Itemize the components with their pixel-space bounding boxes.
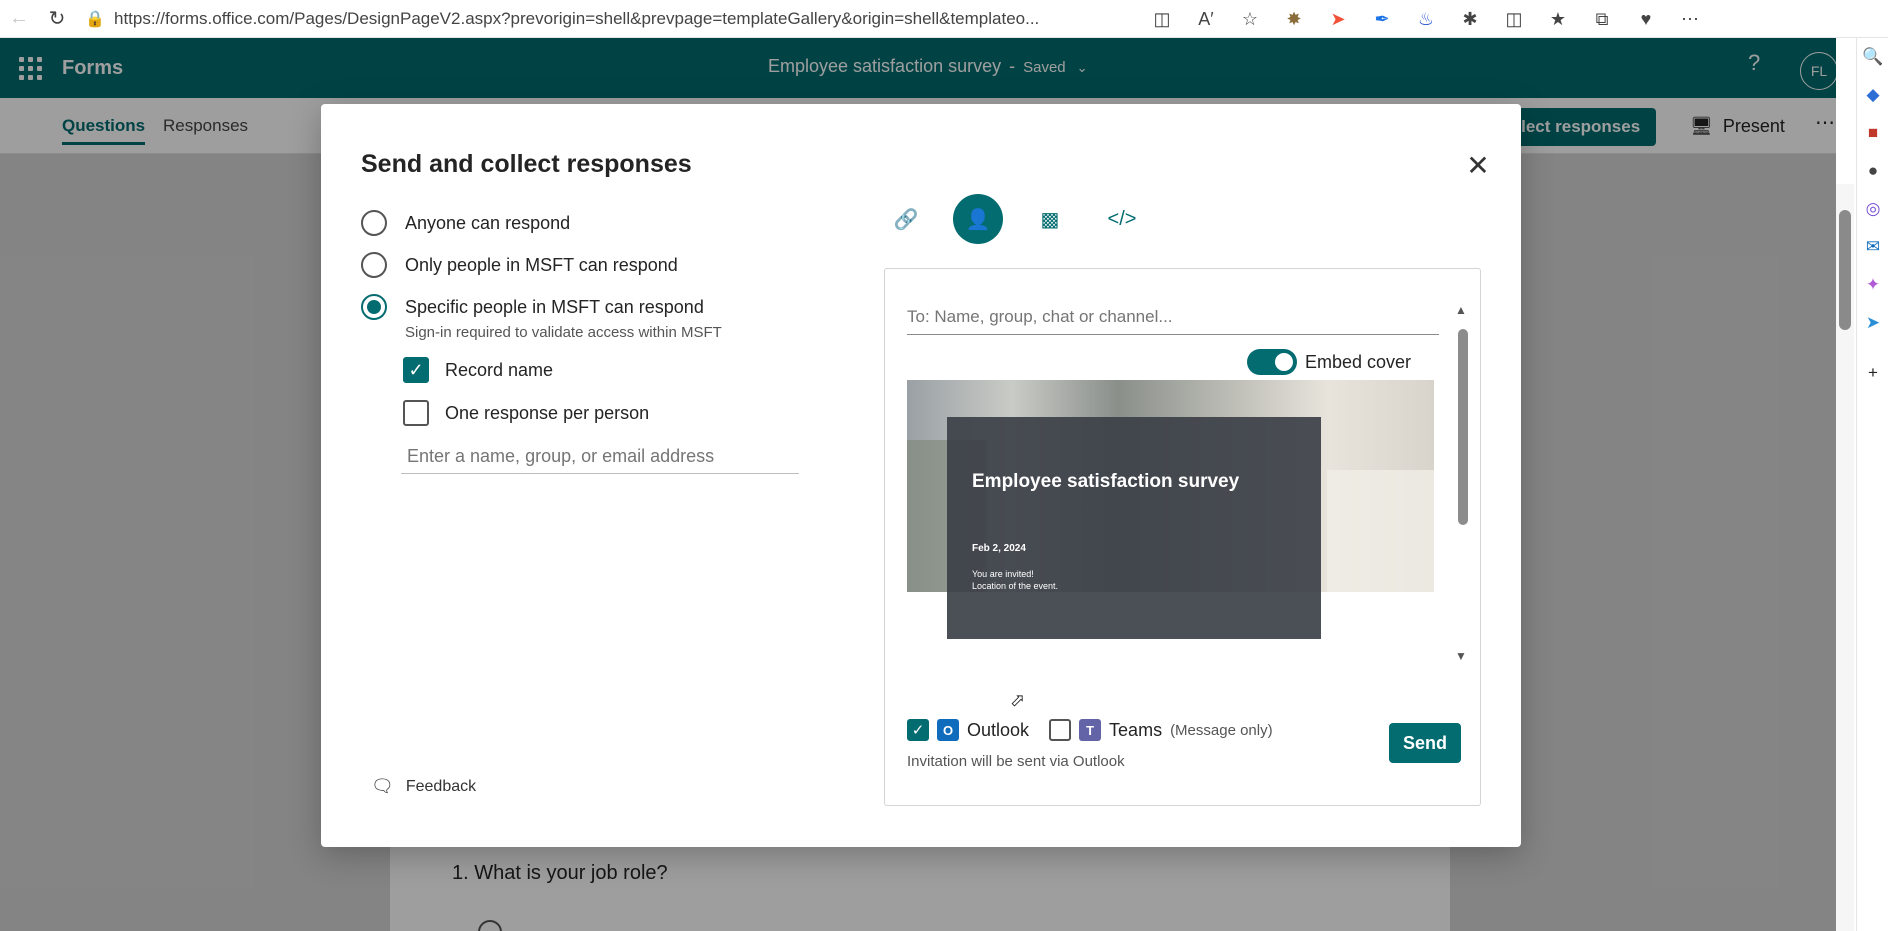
cover-invite-line: You are invited! (972, 569, 1034, 579)
cover-image-person (1327, 470, 1434, 592)
scroll-up-icon[interactable]: ▲ (1455, 303, 1467, 317)
invite-panel: Embed cover ▲ ▼ Employee satisfaction su… (884, 268, 1481, 806)
option-specific[interactable]: Specific people in MSFT can respond (361, 294, 704, 320)
sidebar-designer-icon[interactable]: ✦ (1857, 266, 1888, 304)
page-scroll-thumb[interactable] (1839, 210, 1851, 330)
feedback-button[interactable]: 🗨 Feedback (371, 776, 476, 797)
browser-menu-icon[interactable]: ⋯ (1668, 0, 1712, 38)
one-response-option[interactable]: One response per person (403, 400, 649, 426)
signin-hint: Sign-in required to validate access with… (405, 324, 722, 341)
sidebar-send-icon[interactable]: ➤ (1857, 304, 1888, 342)
radio-specific[interactable] (361, 294, 387, 320)
read-aloud-icon[interactable]: A′ (1184, 0, 1228, 38)
extension-picker-icon[interactable]: ✒ (1360, 0, 1404, 38)
sidebar-tag-icon[interactable]: ◆ (1857, 76, 1888, 114)
one-response-checkbox[interactable] (403, 400, 429, 426)
outlook-checkbox[interactable]: ✓ (907, 719, 929, 741)
browser-sidebar: 🔍 ◆ ■ ● ◎ ✉ ✦ ➤ + (1856, 38, 1888, 931)
teams-label: Teams (1109, 719, 1163, 740)
radio-anyone[interactable] (361, 210, 387, 236)
extension-swift-icon[interactable]: ➤ (1316, 0, 1360, 38)
refresh-icon[interactable]: ↻ (38, 0, 76, 38)
browser-health-icon[interactable]: ♥ (1624, 0, 1668, 38)
url-text[interactable]: https://forms.office.com/Pages/DesignPag… (114, 9, 1064, 29)
cover-title: Employee satisfaction survey (972, 471, 1240, 492)
cover-card: Employee satisfaction survey Feb 2, 2024… (947, 417, 1321, 639)
invite-people-icon[interactable]: 👤 (953, 194, 1003, 244)
record-name-checkbox[interactable]: ✓ (403, 357, 429, 383)
favorite-star-icon[interactable]: ☆ (1228, 0, 1272, 38)
sidebar-tools-icon[interactable]: ■ (1857, 114, 1888, 152)
teams-checkbox[interactable] (1049, 719, 1072, 741)
extensions-puzzle-icon[interactable]: ✱ (1448, 0, 1492, 38)
sidebar-add-icon[interactable]: + (1857, 354, 1888, 392)
panel-scroll-thumb[interactable] (1458, 329, 1468, 525)
option-anyone[interactable]: Anyone can respond (361, 210, 570, 236)
recipients-input[interactable] (907, 299, 1439, 335)
back-icon[interactable]: ← (0, 0, 38, 38)
close-icon[interactable]: ✕ (1461, 148, 1495, 182)
split-screen-icon[interactable]: ◫ (1492, 0, 1536, 38)
link-icon[interactable]: 🔗 (881, 194, 931, 244)
embed-cover-toggle[interactable] (1247, 349, 1297, 375)
extension-bug-icon[interactable]: ✸ (1272, 0, 1316, 38)
favorites-icon[interactable]: ★ (1536, 0, 1580, 38)
cover-location-line: Location of the event. (972, 581, 1059, 591)
people-input[interactable] (401, 440, 799, 474)
radio-org[interactable] (361, 252, 387, 278)
embed-code-icon[interactable]: </> (1097, 194, 1147, 244)
send-via-hint: Invitation will be sent via Outlook (907, 753, 1125, 770)
address-bar[interactable]: 🔒 https://forms.office.com/Pages/DesignP… (84, 4, 1074, 34)
comment-icon: 🗨 (371, 776, 394, 796)
teams-icon: T (1079, 719, 1102, 741)
browser-extensions: ◫ A′ ☆ ✸ ➤ ✒ ♨ ✱ ◫ ★ ⧉ ♥ ⋯ (1140, 0, 1712, 38)
send-button[interactable]: Send (1389, 723, 1461, 763)
embed-cover-option[interactable]: Embed cover (1247, 349, 1411, 375)
send-dialog: Send and collect responses ✕ Anyone can … (321, 104, 1521, 847)
dialog-title: Send and collect responses (361, 150, 692, 178)
cover-date: Feb 2, 2024 (972, 543, 1026, 554)
browser-toolbar: ← ↻ 🔒 https://forms.office.com/Pages/Des… (0, 0, 1888, 38)
feedback-label: Feedback (405, 777, 477, 795)
share-method-tabs: 🔗 👤 ▩ </> (881, 194, 1147, 244)
lock-icon: 🔒 (85, 10, 105, 28)
record-name-option[interactable]: ✓ Record name (403, 357, 553, 383)
sidebar-search-icon[interactable]: 🔍 (1857, 38, 1888, 76)
app-available-icon[interactable]: ◫ (1140, 0, 1184, 38)
one-response-label: One response per person (445, 402, 650, 423)
scroll-down-icon[interactable]: ▼ (1455, 649, 1467, 663)
channel-options: ✓ O Outlook T Teams (Message only) (907, 719, 1273, 741)
mouse-cursor-icon: ⬀ (1010, 690, 1026, 710)
sidebar-copilot-icon[interactable]: ◎ (1857, 190, 1888, 228)
sidebar-outlook-icon[interactable]: ✉ (1857, 228, 1888, 266)
outlook-icon: O (937, 719, 959, 741)
extension-flame-icon[interactable]: ♨ (1404, 0, 1448, 38)
option-label: Only people in MSFT can respond (405, 254, 678, 275)
qr-code-icon[interactable]: ▩ (1025, 194, 1075, 244)
option-label: Specific people in MSFT can respond (405, 296, 704, 317)
message-only-label: (Message only) (1170, 721, 1273, 739)
embed-cover-label: Embed cover (1305, 351, 1412, 372)
option-label: Anyone can respond (405, 212, 571, 233)
sidebar-people-icon[interactable]: ● (1857, 152, 1888, 190)
option-org[interactable]: Only people in MSFT can respond (361, 252, 678, 278)
collections-icon[interactable]: ⧉ (1580, 0, 1624, 38)
record-name-label: Record name (445, 359, 554, 380)
outlook-label: Outlook (967, 719, 1030, 740)
